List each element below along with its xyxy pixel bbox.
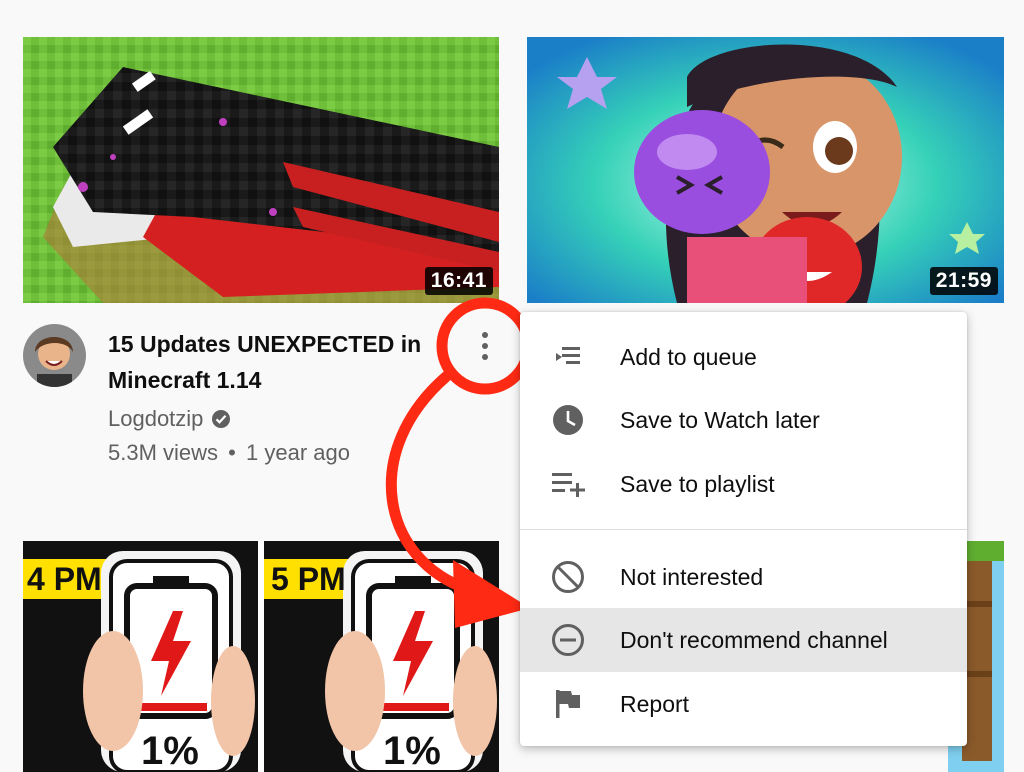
time-badge-right: 5 PM — [271, 561, 346, 597]
video-thumbnail-3[interactable]: 4 PM 5 PM 1% 1% — [23, 541, 499, 772]
channel-avatar[interactable] — [23, 324, 86, 387]
menu-item-label: Save to playlist — [620, 470, 775, 497]
menu-item-watch-later[interactable]: Save to Watch later — [520, 388, 967, 452]
meta-separator: • — [228, 440, 236, 465]
battery-percent-left: 1% — [141, 729, 199, 772]
block-icon — [550, 559, 586, 595]
channel-name[interactable]: Logdotzip — [108, 406, 203, 432]
battery-percent-right: 1% — [383, 729, 441, 772]
upload-age: 1 year ago — [246, 440, 350, 465]
time-badge-left: 4 PM — [27, 561, 102, 597]
menu-divider — [520, 529, 967, 530]
clock-icon — [550, 402, 586, 438]
menu-item-save-to-playlist[interactable]: Save to playlist — [520, 452, 967, 516]
video-meta: 5.3M views • 1 year ago — [108, 440, 350, 466]
menu-item-dont-recommend-channel[interactable]: Don't recommend channel — [520, 608, 967, 672]
verified-check-icon — [212, 410, 231, 428]
menu-item-add-to-queue[interactable]: Add to queue — [520, 325, 967, 389]
flag-icon — [550, 686, 586, 722]
menu-item-label: Don't recommend channel — [620, 626, 888, 653]
kebab-dot-icon — [482, 332, 488, 338]
minus-circle-icon — [550, 622, 586, 658]
playlist-add-icon — [550, 466, 586, 502]
menu-item-label: Not interested — [620, 563, 764, 590]
menu-item-report[interactable]: Report — [520, 672, 967, 736]
video-thumbnail-1[interactable]: 16:41 — [23, 37, 499, 303]
menu-item-label: Report — [620, 690, 690, 717]
kebab-dot-icon — [482, 354, 488, 360]
view-count: 5.3M views — [108, 440, 219, 465]
menu-item-label: Add to queue — [620, 343, 757, 370]
video-thumbnail-2[interactable]: 21:59 — [527, 37, 1004, 303]
kebab-dot-icon — [482, 343, 488, 349]
channel-name-row: Logdotzip — [108, 406, 231, 432]
menu-item-label: Save to Watch later — [620, 406, 820, 433]
video-duration: 21:59 — [929, 267, 998, 295]
video-title[interactable]: 15 Updates UNEXPECTED in Minecraft 1.14 — [108, 326, 438, 398]
queue-icon — [550, 339, 586, 375]
more-actions-button[interactable] — [472, 328, 498, 364]
video-duration: 16:41 — [424, 267, 493, 295]
menu-item-not-interested[interactable]: Not interested — [520, 545, 967, 609]
video-context-menu: Add to queue Save to Watch later Save to… — [520, 312, 967, 746]
